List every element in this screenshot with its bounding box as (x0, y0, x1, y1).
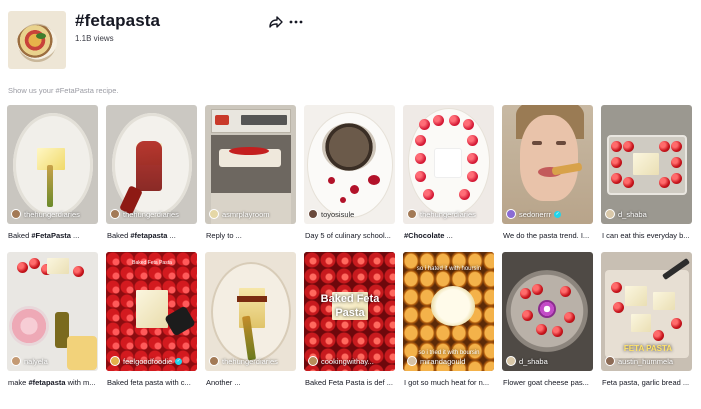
video-author[interactable]: d_shaba (605, 209, 647, 219)
video-thumbnail[interactable]: sedonerrr ✓ (502, 105, 593, 224)
video-thumbnail[interactable]: d_shaba (502, 252, 593, 371)
author-avatar (506, 356, 516, 366)
video-thumbnail[interactable]: Baked Feta Pasta feelgoodfoodie ✓ (106, 252, 197, 371)
video-caption: Baked Feta Pasta is def ... (305, 378, 393, 387)
hashtag-header: #fetapasta 1.1B views (0, 0, 701, 80)
video-caption: Flower goat cheese pas... (503, 378, 589, 387)
video-author[interactable]: asmrplayroom (209, 209, 270, 219)
video-overlay-title: Baked Feta Pasta (320, 293, 380, 319)
video-thumbnail[interactable]: asmrplayroom (205, 105, 296, 224)
author-avatar (11, 356, 21, 366)
author-avatar (407, 356, 417, 366)
video-card[interactable]: sedonerrr ✓ We do the pasta trend. I... (502, 105, 593, 240)
verified-icon: ✓ (175, 357, 183, 365)
video-caption: Baked feta pasta with c... (107, 378, 191, 387)
video-thumbnail[interactable]: thehungerdiaries (403, 105, 494, 224)
hashtag-description: Show us your #FetaPasta recipe. (8, 86, 119, 95)
hashtag-link[interactable]: #Chocolate (404, 231, 444, 240)
video-caption: Baked #FetaPasta ... (8, 231, 80, 240)
video-thumbnail[interactable]: thehungerdiaries (7, 105, 98, 224)
video-caption: We do the pasta trend. I... (503, 231, 590, 240)
video-thumbnail[interactable]: thehungerdiaries (106, 105, 197, 224)
hashtag-link[interactable]: #FetaPasta (31, 231, 71, 240)
video-thumbnail[interactable]: nalyela (7, 252, 98, 371)
video-thumbnail[interactable]: toyosisule (304, 105, 395, 224)
video-caption: #Chocolate ... (404, 231, 453, 240)
author-avatar (308, 209, 318, 219)
author-avatar (209, 209, 219, 219)
author-avatar (506, 209, 516, 219)
author-avatar (209, 356, 219, 366)
video-author[interactable]: thehungerdiaries (11, 209, 80, 219)
video-author[interactable]: thehungerdiaries (407, 209, 476, 219)
author-avatar (407, 209, 417, 219)
video-overlay-label: FETA PASTA (623, 344, 673, 353)
video-caption: Reply to ... (206, 231, 242, 240)
author-avatar (605, 356, 615, 366)
video-card[interactable]: Baked Feta Pasta feelgoodfoodie ✓ Baked … (106, 252, 197, 387)
video-card[interactable]: so i hated it with hoursin so i tried it… (403, 252, 494, 387)
video-caption: I got so much heat for n... (404, 378, 490, 387)
author-avatar (110, 209, 120, 219)
video-card[interactable]: FETA PASTA austin_hummela Feta pasta, ga… (601, 252, 692, 387)
hashtag-link[interactable]: #fetapasta (28, 378, 65, 387)
video-card[interactable]: Baked Feta Pasta cookingwithay... Baked … (304, 252, 395, 387)
video-card[interactable]: thehungerdiaries Another ... (205, 252, 296, 387)
hashtag-cover-image (8, 11, 66, 69)
video-caption: Another ... (206, 378, 241, 387)
hashtag-title: #fetapasta (75, 11, 161, 30)
video-author[interactable]: nalyela (11, 356, 48, 366)
video-thumbnail[interactable]: Baked Feta Pasta cookingwithay... (304, 252, 395, 371)
video-author[interactable]: thehungerdiaries (209, 356, 278, 366)
video-overlay-label: Baked Feta Pasta (132, 260, 172, 266)
video-author[interactable]: toyosisule (308, 209, 354, 219)
video-caption: make #fetapasta with m... (8, 378, 96, 387)
video-thumbnail[interactable]: thehungerdiaries (205, 252, 296, 371)
video-card[interactable]: nalyela make #fetapasta with m... (7, 252, 98, 387)
video-author[interactable]: mirandagould (407, 356, 465, 366)
share-icon[interactable] (268, 14, 284, 30)
video-author[interactable]: feelgoodfoodie ✓ (110, 356, 183, 366)
hashtag-views: 1.1B views (75, 34, 114, 43)
video-card[interactable]: thehungerdiaries #Chocolate ... (403, 105, 494, 240)
video-card[interactable]: toyosisule Day 5 of culinary school... (304, 105, 395, 240)
author-avatar (308, 356, 318, 366)
video-card[interactable]: d_shaba Flower goat cheese pas... (502, 252, 593, 387)
more-options-icon[interactable] (288, 14, 304, 30)
author-avatar (605, 209, 615, 219)
video-caption: I can eat this everyday b... (602, 231, 690, 240)
video-card[interactable]: asmrplayroom Reply to ... (205, 105, 296, 240)
video-thumbnail[interactable]: FETA PASTA austin_hummela (601, 252, 692, 371)
video-thumbnail[interactable]: d_shaba (601, 105, 692, 224)
video-thumbnail[interactable]: so i hated it with hoursin so i tried it… (403, 252, 494, 371)
author-avatar (11, 209, 21, 219)
hashtag-link[interactable]: #fetapasta (130, 231, 167, 240)
video-card[interactable]: thehungerdiaries Baked #FetaPasta ... (7, 105, 98, 240)
video-author[interactable]: sedonerrr ✓ (506, 209, 562, 219)
video-card[interactable]: thehungerdiaries Baked #fetapasta ... (106, 105, 197, 240)
verified-icon: ✓ (554, 210, 562, 218)
video-author[interactable]: d_shaba (506, 356, 548, 366)
video-overlay-top: so i hated it with hoursin (416, 266, 482, 272)
video-caption: Baked #fetapasta ... (107, 231, 176, 240)
video-author[interactable]: austin_hummela (605, 356, 673, 366)
video-caption: Feta pasta, garlic bread ... (602, 378, 690, 387)
video-card[interactable]: d_shaba I can eat this everyday b... (601, 105, 692, 240)
video-author[interactable]: cookingwithay... (308, 356, 374, 366)
video-author[interactable]: thehungerdiaries (110, 209, 179, 219)
author-avatar (110, 356, 120, 366)
video-caption: Day 5 of culinary school... (305, 231, 391, 240)
